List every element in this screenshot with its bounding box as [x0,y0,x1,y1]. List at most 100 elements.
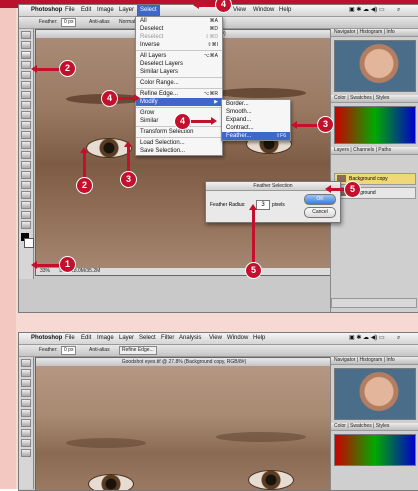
move-tool-icon[interactable] [21,359,31,367]
quick-select-tool-icon[interactable] [21,61,31,69]
select-menu-item[interactable]: Load Selection... [136,139,222,147]
move-tool-icon[interactable] [21,31,31,39]
menu-item-shortcut: ⇧⌘D [205,34,218,40]
color-sliders[interactable] [334,106,416,144]
eyes-photo-feathered[interactable] [36,366,332,490]
crop-tool-icon[interactable] [21,399,31,407]
dodge-tool-icon[interactable] [21,161,31,169]
type-tool-icon[interactable] [21,181,31,189]
navigator-thumbnail[interactable] [334,40,416,92]
select-menu-item[interactable]: Transform Selection [136,128,222,136]
antialias-checkbox[interactable]: Anti-alias [89,345,110,356]
menu-select[interactable]: Select [137,5,160,16]
menu-edit[interactable]: Edit [81,333,91,344]
menu-item-label: Load Selection... [140,140,185,146]
crop-tool-icon[interactable] [21,71,31,79]
select-menu-item[interactable]: Save Selection... [136,147,222,155]
lasso-tool-icon[interactable] [21,379,31,387]
modify-menu-item[interactable]: Expand... [222,116,290,124]
marquee-tool-icon[interactable] [21,369,31,377]
feather-radius-input[interactable]: 3 [256,200,270,210]
eyedropper-tool-icon[interactable] [21,81,31,89]
eyedropper-tool-icon[interactable] [21,409,31,417]
refine-edge-button[interactable]: Refine Edge... [119,346,157,355]
feather-input[interactable]: 0 px [61,346,77,355]
modify-menu-item[interactable]: Border... [222,100,290,108]
menu-image[interactable]: Image [97,5,114,16]
color-panel-tabs[interactable]: Color | Swatches | Styles [331,95,418,103]
shape-tool-icon[interactable] [21,201,31,209]
style-select[interactable]: Normal [119,17,135,28]
menu-select[interactable]: Select [139,333,156,344]
layers-panel-buttons[interactable] [331,298,417,308]
color-panel-tabs[interactable]: Color | Swatches | Styles [331,423,418,431]
eraser-tool-icon[interactable] [21,449,31,457]
menu-help[interactable]: Help [253,333,265,344]
eraser-tool-icon[interactable] [21,131,31,139]
hand-tool-icon[interactable] [21,211,31,219]
menu-item-label: Modify [140,99,158,105]
quick-select-tool-icon[interactable] [21,389,31,397]
menu-window[interactable]: Window [253,5,274,16]
menu-help[interactable]: Help [279,5,291,16]
menu-file[interactable]: File [65,333,75,344]
antialias-checkbox[interactable]: Anti-alias [89,17,110,28]
menu-item-label: Similar [140,118,159,124]
history-brush-tool-icon[interactable] [21,121,31,129]
select-menu-item[interactable]: Deselect ⌘D [136,25,222,33]
spotlight-icon[interactable]: ⌕ [397,333,400,344]
select-menu-item[interactable]: Refine Edge... ⌥⌘R [136,90,222,98]
menu-app[interactable]: Photoshop [31,5,62,16]
ok-button[interactable]: OK [304,194,336,205]
callout-1-arrow [31,261,60,269]
menu-view[interactable]: View [209,333,222,344]
select-menu-item[interactable]: All Layers ⌥⌘A [136,52,222,60]
blur-tool-icon[interactable] [21,151,31,159]
menu-layer[interactable]: Layer [119,5,134,16]
brush-tool-icon[interactable] [21,101,31,109]
menu-edit[interactable]: Edit [81,5,91,16]
select-menu-item[interactable]: Inverse ⇧⌘I [136,41,222,49]
stamp-tool-icon[interactable] [21,111,31,119]
select-menu-item[interactable]: All ⌘A [136,17,222,25]
select-menu-item[interactable]: Reselect ⇧⌘D [136,33,222,41]
navigator-panel-tabs[interactable]: Navigator | Histogram | Info [331,357,418,365]
select-menu-item[interactable]: Color Range... [136,79,222,87]
feather-input[interactable]: 0 px [61,18,77,27]
select-menu-item[interactable]: Similar Layers [136,68,222,76]
menu-image[interactable]: Image [97,333,114,344]
status-zoom[interactable]: 33% [40,268,50,274]
gradient-tool-icon[interactable] [21,141,31,149]
color-sliders[interactable] [334,434,416,466]
menu-item-label: Similar Layers [140,69,179,75]
menu-filter[interactable]: Filter [161,333,174,344]
menu-view[interactable]: View [233,5,246,16]
navigator-thumbnail[interactable] [334,368,416,420]
pen-tool-icon[interactable] [21,171,31,179]
spotlight-icon[interactable]: ⌕ [397,5,400,16]
marquee-tool-icon[interactable] [21,41,31,49]
lasso-tool-icon[interactable] [21,51,31,59]
select-menu-item[interactable]: Deselect Layers [136,60,222,68]
background-color-swatch[interactable] [24,238,34,248]
menu-analysis[interactable]: Analysis [179,333,201,344]
menu-app[interactable]: Photoshop [31,333,62,344]
stamp-tool-icon[interactable] [21,439,31,447]
select-menu-item[interactable]: Modify ▶ [136,98,222,106]
brush-tool-icon[interactable] [21,429,31,437]
callout-5-radius-arrow [249,204,257,263]
healing-tool-icon[interactable] [21,91,31,99]
menu-layer[interactable]: Layer [119,333,134,344]
menu-separator [136,88,222,89]
healing-tool-icon[interactable] [21,419,31,427]
navigator-panel-tabs[interactable]: Navigator | Histogram | Info [331,29,418,37]
modify-menu-item[interactable]: Contract... [222,124,290,132]
layers-panel-tabs[interactable]: Layers | Channels | Paths [331,147,418,155]
path-select-tool-icon[interactable] [21,191,31,199]
cancel-button[interactable]: Cancel [304,207,336,218]
modify-menu-item[interactable]: Feather... ⇧F6 [222,132,290,140]
modify-menu-item[interactable]: Smooth... [222,108,290,116]
menu-window[interactable]: Window [227,333,248,344]
menu-file[interactable]: File [65,5,75,16]
zoom-tool-icon[interactable] [21,221,31,229]
